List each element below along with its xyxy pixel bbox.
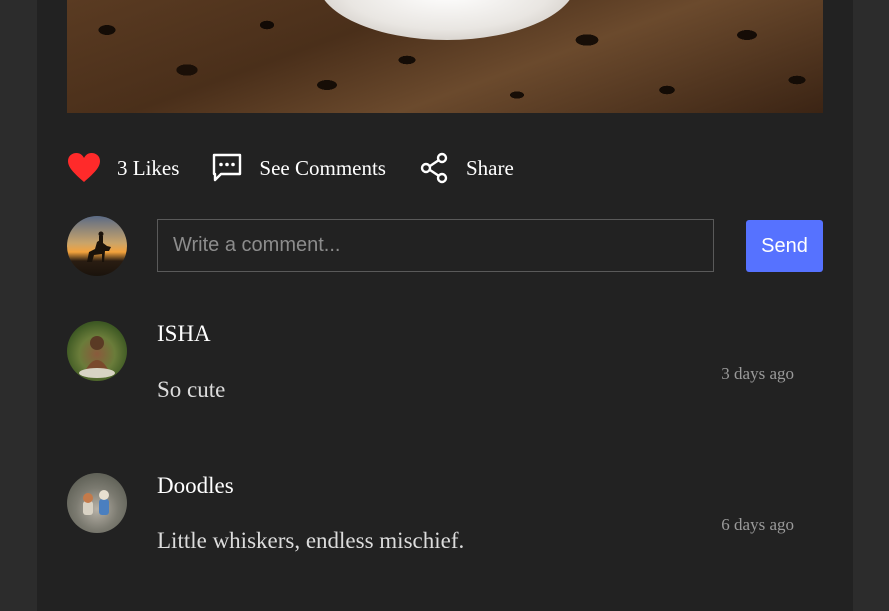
post-actions-bar: 3 Likes See Comments Share: [67, 145, 514, 191]
comment-text: So cute: [157, 377, 226, 402]
comment-author-name: ISHA: [157, 321, 211, 346]
current-user-avatar: [67, 216, 127, 276]
comment-timestamp: 6 days ago: [721, 515, 794, 534]
post-card: 3 Likes See Comments Share Write a comme…: [37, 0, 853, 611]
likes-count-label: 3 Likes: [117, 155, 180, 180]
comment-timestamp: 3 days ago: [721, 364, 794, 383]
post-image: [67, 0, 823, 113]
horse-rider-silhouette-icon: [87, 231, 111, 262]
share-label: Share: [465, 155, 514, 180]
comment-bubble-icon: [213, 153, 242, 182]
person-photo-icon: [79, 336, 115, 378]
comment-author-name: Doodles: [157, 473, 234, 498]
comment-input[interactable]: [157, 219, 714, 272]
commenter-avatar-isha: [67, 321, 127, 381]
toy-figures-photo-icon: [83, 490, 109, 515]
share-icon: [420, 152, 448, 184]
comment-text: Little whiskers, endless mischief.: [157, 528, 465, 553]
cat-paws-illustration: [317, 0, 577, 40]
see-comments-label: See Comments: [259, 155, 386, 180]
heart-icon: [68, 153, 100, 182]
share-button[interactable]: Share: [386, 152, 514, 184]
send-button[interactable]: Send: [746, 220, 823, 272]
like-button[interactable]: 3 Likes: [67, 152, 179, 184]
commenter-avatar-doodles: [67, 473, 127, 533]
see-comments-button[interactable]: See Comments: [179, 152, 386, 184]
